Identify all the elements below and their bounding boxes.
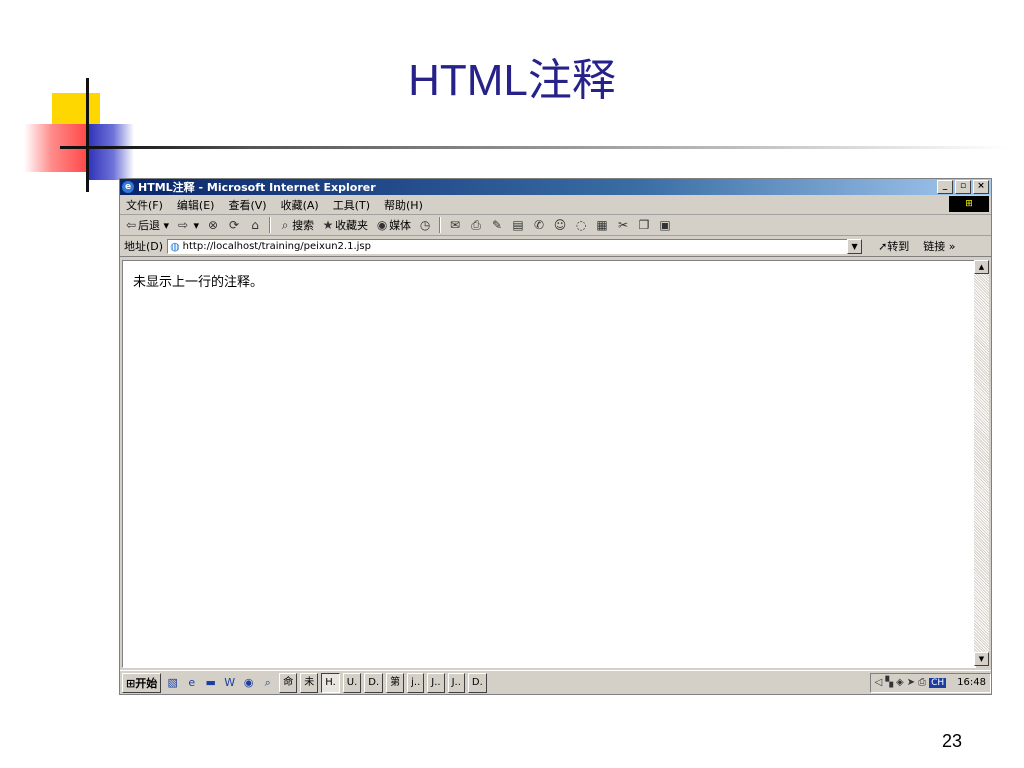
taskbar-button[interactable]: J..	[427, 672, 445, 693]
links-button[interactable]: 链接 »	[923, 238, 955, 254]
taskbar-button[interactable]: 未	[300, 672, 319, 693]
task-list: 命未 H. U. D. 第 j.. J.. J.. D.	[279, 672, 487, 693]
back-button[interactable]: ⇦ 后退 ▾	[124, 217, 169, 233]
address-bar: 地址(D) ◍ http://localhost/training/peixun…	[120, 236, 991, 257]
chat-icon[interactable]: ◌	[574, 218, 588, 232]
menu-file[interactable]: 文件(F)	[126, 197, 163, 213]
media-icon: ◉	[376, 218, 388, 232]
taskbar-button[interactable]: 第	[386, 672, 405, 693]
taskbar-button[interactable]: H.	[321, 672, 340, 693]
go-arrow-icon: ➚	[878, 240, 888, 253]
scroll-up-icon[interactable]: ▲	[974, 260, 989, 274]
close-button[interactable]: ×	[973, 180, 989, 194]
menu-bar: 文件(F) 编辑(E) 查看(V) 收藏(A) 工具(T) 帮助(H) ⊞	[120, 195, 991, 215]
window-titlebar[interactable]: e HTML注释 - Microsoft Internet Explorer _…	[120, 179, 991, 195]
forward-button[interactable]: ⇨ ▾	[176, 218, 199, 232]
menu-edit[interactable]: 编辑(E)	[177, 197, 215, 213]
back-label: 后退	[138, 219, 160, 232]
windows-flag-icon: ⊞	[126, 676, 136, 690]
taskbar-button[interactable]: D.	[364, 672, 384, 693]
back-arrow-icon: ⇦	[125, 218, 137, 232]
command-prompt-icon[interactable]: ▬	[203, 675, 218, 690]
system-tray: ◁ ▚ ◈ ➤ ⎙ CH 16:48	[869, 672, 991, 693]
history-icon[interactable]: ◷	[418, 218, 432, 232]
page-number: 23	[941, 731, 962, 751]
toolbar: ⇦ 后退 ▾ ⇨ ▾ ⊗ ⟳ ⌂ ⌕ 搜索 ★ 收藏夹 ◉ 媒体 ◷ ✉ ⎙ ✎ ▤ ✆…	[120, 215, 991, 236]
taskbar: ⊞开始 ▧ e ▬ W ◉ ⌕ 命未 H. U. D. 第 j.. J.. J.. D. ◁ ▚…	[120, 670, 991, 694]
start-button[interactable]: ⊞开始	[122, 672, 162, 693]
taskbar-button[interactable]: U.	[342, 672, 362, 693]
paste-icon[interactable]: ▣	[658, 218, 672, 232]
address-dropdown-button[interactable]: ▼	[847, 238, 863, 254]
home-icon[interactable]: ⌂	[248, 218, 262, 232]
go-label: 转到	[887, 240, 910, 253]
decor-blue-gradient	[88, 124, 134, 180]
research-icon[interactable]: ☺	[553, 218, 567, 232]
vertical-scrollbar[interactable]: ▲ ▼	[974, 260, 989, 666]
menu-help[interactable]: 帮助(H)	[384, 197, 423, 213]
explorer-icon[interactable]: ⌕	[260, 675, 275, 690]
start-label: 开始	[135, 676, 158, 690]
windows-logo-icon: ⊞	[949, 196, 989, 212]
forward-arrow-icon: ⇨	[178, 218, 189, 232]
network-icon[interactable]: ▚	[885, 677, 893, 688]
scroll-down-icon[interactable]: ▼	[974, 652, 989, 666]
calendar-icon[interactable]: ▦	[595, 218, 609, 232]
restore-button[interactable]: ▫	[955, 180, 971, 194]
toolbar-separator	[439, 217, 442, 233]
print-icon[interactable]: ⎙	[469, 218, 483, 232]
mail-icon[interactable]: ✉	[448, 218, 462, 232]
messenger-icon[interactable]: ✆	[532, 218, 546, 232]
go-button[interactable]: ➚转到	[878, 238, 909, 254]
toolbar-separator	[269, 217, 272, 233]
show-desktop-icon[interactable]: ▧	[165, 675, 180, 690]
clock: 16:48	[957, 677, 986, 688]
menu-tools[interactable]: 工具(T)	[333, 197, 370, 213]
search-button[interactable]: ⌕ 搜索	[278, 217, 314, 233]
window-title: HTML注释 - Microsoft Internet Explorer	[138, 181, 376, 194]
volume-icon[interactable]: ◁	[875, 677, 883, 688]
slide-title: HTML注释	[408, 56, 616, 105]
links-label: 链接	[923, 240, 946, 253]
edit-icon[interactable]: ✎	[490, 218, 504, 232]
media-player-icon[interactable]: ◉	[241, 675, 256, 690]
taskbar-button[interactable]: D.	[467, 672, 487, 693]
printer-tray-icon[interactable]: ⎙	[918, 677, 926, 688]
cut-icon[interactable]: ✂	[616, 218, 630, 232]
page-content: 未显示上一行的注释。	[122, 260, 976, 668]
favorites-icon: ★	[322, 218, 334, 232]
copy-icon[interactable]: ❐	[637, 218, 651, 232]
discuss-icon[interactable]: ▤	[511, 218, 525, 232]
taskbar-button[interactable]: 命	[279, 672, 298, 693]
ie-quicklaunch-icon[interactable]: e	[184, 675, 199, 690]
ime-indicator[interactable]: CH	[929, 677, 947, 688]
minimize-button[interactable]: _	[937, 180, 953, 194]
media-button[interactable]: ◉ 媒体	[375, 217, 411, 233]
address-label: 地址(D)	[124, 240, 164, 253]
favorites-button[interactable]: ★ 收藏夹	[321, 217, 368, 233]
address-input[interactable]: ◍ http://localhost/training/peixun2.1.js…	[167, 238, 862, 254]
tray-arrow-icon[interactable]: ➤	[907, 677, 915, 688]
stop-icon[interactable]: ⊗	[206, 218, 220, 232]
search-label: 搜索	[292, 219, 315, 232]
search-icon: ⌕	[281, 218, 289, 232]
menu-view[interactable]: 查看(V)	[228, 197, 266, 213]
page-content-text: 未显示上一行的注释。	[133, 275, 264, 290]
tray-app-icon[interactable]: ◈	[896, 677, 904, 688]
taskbar-button[interactable]: J..	[447, 672, 465, 693]
word-icon[interactable]: W	[222, 675, 237, 690]
page-icon: ◍	[170, 239, 180, 253]
decor-horizontal-line	[60, 146, 1010, 149]
address-url: http://localhost/training/peixun2.1.jsp	[182, 240, 371, 252]
menu-favorites[interactable]: 收藏(A)	[281, 197, 319, 213]
favorites-label: 收藏夹	[335, 219, 369, 232]
ie-window: e HTML注释 - Microsoft Internet Explorer _…	[119, 178, 992, 695]
ie-logo-icon: e	[122, 181, 134, 193]
taskbar-button[interactable]: j..	[407, 672, 425, 693]
media-label: 媒体	[389, 219, 412, 232]
refresh-icon[interactable]: ⟳	[227, 218, 241, 232]
